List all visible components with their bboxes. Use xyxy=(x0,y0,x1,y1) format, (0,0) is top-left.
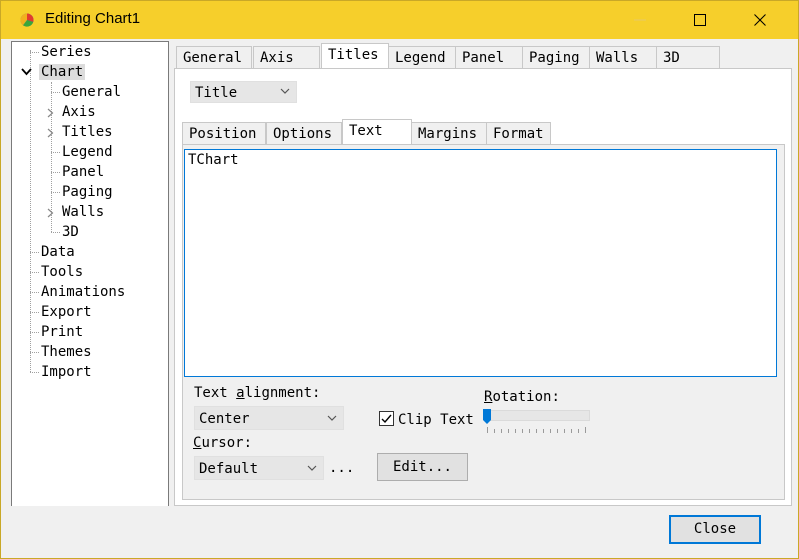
tree-item-import[interactable]: Import xyxy=(30,362,94,382)
tab-axis[interactable]: Axis xyxy=(253,46,320,68)
maximize-button[interactable] xyxy=(677,1,723,39)
tree-item-export[interactable]: Export xyxy=(30,302,94,322)
memo-text: TChart xyxy=(188,152,239,168)
cursor-browse-button[interactable]: ... xyxy=(329,460,354,476)
label-accelerator: a xyxy=(236,385,245,401)
tree-item-axis[interactable]: Axis xyxy=(46,102,98,122)
window-title: Editing Chart1 xyxy=(45,10,141,27)
tab-legend[interactable]: Legend xyxy=(388,46,456,68)
chevron-down-icon xyxy=(280,88,290,94)
label-part: ursor: xyxy=(201,435,253,451)
tab-position[interactable]: Position xyxy=(182,122,266,144)
rotation-slider-thumb[interactable] xyxy=(483,409,491,425)
tree-item-label: Legend xyxy=(62,144,113,160)
close-button[interactable]: Close xyxy=(669,515,761,544)
close-icon xyxy=(754,14,766,26)
tree-item-chart[interactable]: Chart xyxy=(20,62,86,82)
tree-item-label: Export xyxy=(41,304,92,320)
text-alignment-select[interactable]: Center xyxy=(194,406,344,430)
label-part: otation: xyxy=(492,389,560,405)
tree-item-label: Data xyxy=(41,244,75,260)
tree-item-label: Titles xyxy=(62,124,113,140)
rotation-label: Rotation: xyxy=(484,389,560,405)
chart-app-icon xyxy=(20,13,34,27)
chevron-down-icon xyxy=(327,415,337,421)
label-part: Text xyxy=(194,385,237,401)
tree-item-animations[interactable]: Animations xyxy=(30,282,127,302)
close-window-button[interactable] xyxy=(737,1,783,39)
minimize-button[interactable] xyxy=(617,1,663,39)
chevron-right-icon xyxy=(47,128,54,138)
tree-item-label: Series xyxy=(41,44,92,60)
tree-item-tools[interactable]: Tools xyxy=(30,262,85,282)
tree-item-series[interactable]: Series xyxy=(30,42,94,62)
tree-item-label: Animations xyxy=(41,284,126,300)
tab-panel[interactable]: Panel xyxy=(455,46,523,68)
cursor-select[interactable]: Default xyxy=(194,456,324,480)
tab-titles[interactable]: Titles xyxy=(321,43,389,68)
tree-item-label: Chart xyxy=(39,64,86,80)
title-select[interactable]: Title xyxy=(190,81,297,103)
tab-walls[interactable]: Walls xyxy=(589,46,657,68)
editor-window: Editing Chart1 Series Chart General Axis… xyxy=(0,0,799,559)
tab-margins[interactable]: Margins xyxy=(411,122,487,144)
tree-item-3d[interactable]: 3D xyxy=(51,222,81,242)
text-alignment-value: Center xyxy=(199,411,250,427)
tree-item-label: Paging xyxy=(62,184,113,200)
clip-text-label: Clip Text xyxy=(398,412,474,428)
checkmark-icon xyxy=(381,414,392,424)
tab-general[interactable]: General xyxy=(176,46,252,68)
tree-item-label: Panel xyxy=(62,164,105,180)
cursor-label: Cursor: xyxy=(193,435,252,451)
tree-item-label: General xyxy=(62,84,122,100)
title-bar[interactable]: Editing Chart1 xyxy=(1,1,798,39)
tree-item-general[interactable]: General xyxy=(51,82,123,102)
tab-options[interactable]: Options xyxy=(266,122,342,144)
title-select-value: Title xyxy=(195,85,238,101)
tab-text[interactable]: Text xyxy=(342,119,412,144)
chevron-down-icon xyxy=(307,465,317,471)
tree-item-label: Import xyxy=(41,364,92,380)
tree-item-legend[interactable]: Legend xyxy=(51,142,115,162)
tab-3d[interactable]: 3D xyxy=(656,46,720,68)
tree-item-walls[interactable]: Walls xyxy=(46,202,106,222)
title-text-memo[interactable]: TChart xyxy=(184,149,777,377)
tree-item-label: 3D xyxy=(62,224,79,240)
tree-item-titles[interactable]: Titles xyxy=(46,122,115,142)
label-part: lignment: xyxy=(244,385,321,401)
chevron-down-icon xyxy=(21,68,32,76)
clip-text-checkbox[interactable] xyxy=(379,411,394,426)
cursor-value: Default xyxy=(199,461,259,477)
minimize-icon xyxy=(634,19,646,21)
edit-button[interactable]: Edit... xyxy=(377,453,468,481)
tree-item-data[interactable]: Data xyxy=(30,242,77,262)
tree-item-themes[interactable]: Themes xyxy=(30,342,94,362)
tree-item-panel[interactable]: Panel xyxy=(51,162,106,182)
tree-item-label: Print xyxy=(41,324,84,340)
chevron-right-icon xyxy=(47,108,54,118)
rotation-ticks xyxy=(487,427,586,433)
tree-item-label: Axis xyxy=(62,104,96,120)
tree-item-print[interactable]: Print xyxy=(30,322,85,342)
tab-format[interactable]: Format xyxy=(486,122,551,144)
tab-paging[interactable]: Paging xyxy=(522,46,590,68)
rotation-slider[interactable] xyxy=(484,410,590,421)
text-alignment-label: Text alignment: xyxy=(194,385,320,401)
chevron-right-icon xyxy=(47,208,54,218)
tree-item-label: Walls xyxy=(62,204,105,220)
settings-tree[interactable]: Series Chart General Axis Titles Legend … xyxy=(11,41,169,507)
tree-item-paging[interactable]: Paging xyxy=(51,182,115,202)
tree-item-label: Themes xyxy=(41,344,92,360)
maximize-icon xyxy=(694,14,706,26)
tree-item-label: Tools xyxy=(41,264,84,280)
